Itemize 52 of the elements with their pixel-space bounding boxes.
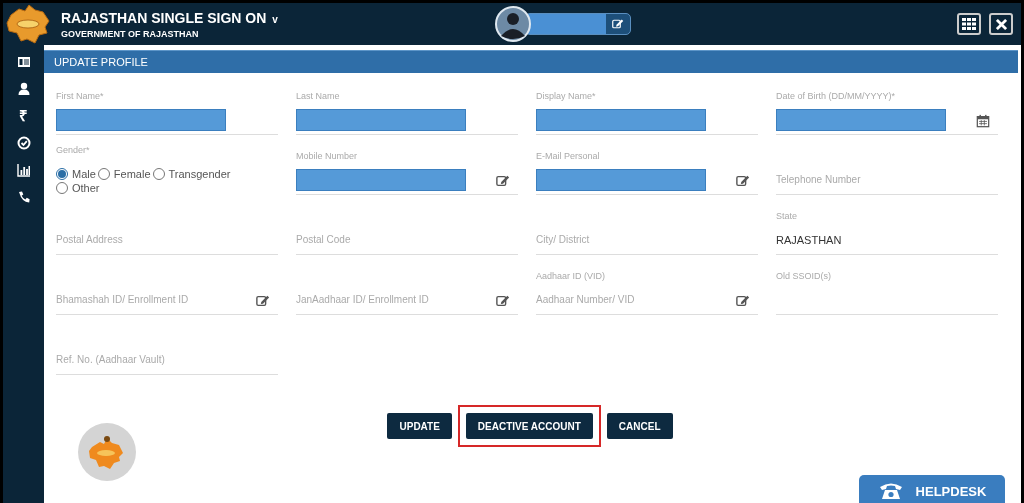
calendar-icon[interactable]: [976, 114, 990, 128]
text-field[interactable]: Bhamashah ID/ Enrollment ID: [56, 285, 278, 315]
radio-option[interactable]: Male: [56, 168, 96, 180]
action-button[interactable]: UPDATE: [387, 413, 452, 439]
text-field[interactable]: JanAadhaar ID/ Enrollment ID: [296, 285, 518, 315]
user-icon[interactable]: [16, 82, 31, 96]
field-label: Date of Birth (DD/MM/YYYY)*: [776, 91, 897, 103]
app-subtitle: GOVERNMENT OF RAJASTHAN: [61, 28, 200, 39]
telephone-icon: [877, 481, 904, 501]
field-label: E-Mail Personal: [536, 151, 601, 163]
edit-icon[interactable]: [736, 174, 750, 188]
radio-option[interactable]: Transgender: [152, 168, 231, 180]
text-field[interactable]: Telephone Number: [776, 165, 998, 195]
panel-title: UPDATE PROFILE: [44, 50, 1018, 73]
caret-icon[interactable]: v: [272, 13, 278, 25]
close-icon: [995, 18, 1007, 30]
helpdesk-button[interactable]: HELPDESK: [859, 475, 1005, 503]
phone-icon[interactable]: [16, 190, 31, 204]
edit-icon[interactable]: [736, 294, 750, 308]
field-label: Last Name: [296, 91, 341, 103]
text-field[interactable]: Postal Address: [56, 225, 278, 255]
field-label: Gender*: [56, 145, 91, 157]
radio-option[interactable]: Female: [97, 168, 151, 180]
grid-icon: [962, 18, 976, 30]
edit-icon[interactable]: [496, 294, 510, 308]
field-label: Mobile Number: [296, 151, 359, 163]
text-field[interactable]: Aadhaar Number/ VID: [536, 285, 758, 315]
app-title: RAJASTHAN SINGLE SIGN ON: [61, 9, 267, 26]
apps-button[interactable]: [957, 13, 981, 35]
field-label: First Name*: [56, 91, 105, 103]
text-field[interactable]: Postal Code: [296, 225, 518, 255]
field-label: Aadhaar ID (VID): [536, 271, 607, 283]
field-label: State: [776, 211, 798, 223]
rupee-icon[interactable]: ₹: [16, 109, 31, 123]
edit-icon[interactable]: [612, 18, 624, 30]
edit-icon[interactable]: [256, 294, 270, 308]
text-field[interactable]: RAJASTHAN: [776, 225, 998, 255]
action-button[interactable]: DEACTIVE ACCOUNT: [465, 413, 593, 439]
bar-chart-icon[interactable]: [16, 163, 31, 177]
user-name-field[interactable]: [525, 13, 631, 35]
field-label: Display Name*: [536, 91, 597, 103]
radio-option[interactable]: Other: [56, 182, 100, 194]
text-field[interactable]: Ref. No. (Aadhaar Vault): [56, 345, 278, 375]
id-card-icon[interactable]: [16, 55, 31, 69]
map-logo-icon: [78, 423, 136, 481]
edit-icon[interactable]: [496, 174, 510, 188]
close-button[interactable]: [989, 13, 1013, 35]
field-label: Old SSOID(s): [776, 271, 832, 283]
avatar-icon[interactable]: [495, 6, 531, 42]
text-field[interactable]: City/ District: [536, 225, 758, 255]
check-circle-icon[interactable]: [16, 136, 31, 150]
action-button[interactable]: CANCEL: [606, 413, 673, 439]
